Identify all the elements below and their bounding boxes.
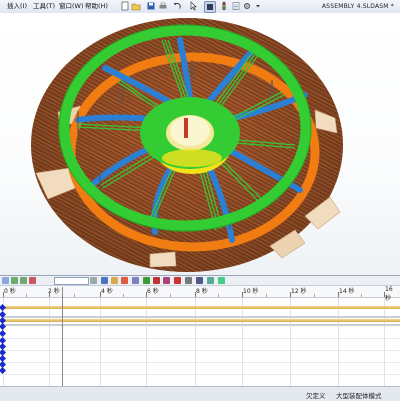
options-icon[interactable] bbox=[242, 1, 252, 11]
open-icon[interactable] bbox=[131, 1, 141, 11]
rebuild-icon[interactable] bbox=[204, 1, 216, 13]
menu-insert[interactable]: 插入(I) bbox=[7, 1, 27, 12]
new-document-icon[interactable] bbox=[120, 1, 130, 11]
play-from-start-icon[interactable] bbox=[11, 277, 18, 284]
gravity-icon[interactable] bbox=[196, 277, 203, 284]
undo-icon[interactable] bbox=[172, 1, 182, 11]
graphics-area[interactable] bbox=[0, 13, 400, 275]
properties-icon[interactable] bbox=[218, 277, 225, 284]
ruler-label-12: 12 秒 bbox=[291, 288, 307, 295]
add-key-icon[interactable] bbox=[132, 277, 139, 284]
stop-icon[interactable] bbox=[29, 277, 36, 284]
ruler-label-0: 0 秒 bbox=[4, 288, 16, 295]
wheel-assembly-model[interactable] bbox=[0, 13, 400, 275]
status-underdefined: 欠定义 bbox=[306, 392, 326, 400]
ruler-label-4: 4 秒 bbox=[101, 288, 113, 295]
timeline-bar[interactable] bbox=[4, 316, 400, 318]
timeline-playhead[interactable] bbox=[62, 287, 63, 387]
menu-help[interactable]: 帮助(H) bbox=[85, 1, 108, 12]
contact-icon[interactable] bbox=[185, 277, 192, 284]
timeline-bar[interactable] bbox=[4, 306, 400, 309]
menu-bar: ) 插入(I) 工具(T) 窗口(W) 帮助(H) ASSEMBLY 4.SLD… bbox=[0, 0, 400, 14]
save-animation-icon[interactable] bbox=[101, 277, 108, 284]
playback-speed-icon[interactable] bbox=[90, 277, 97, 284]
motor-icon[interactable] bbox=[143, 277, 150, 284]
calculate-icon[interactable] bbox=[2, 277, 9, 284]
keyframe-marker[interactable] bbox=[0, 329, 7, 338]
damper-icon[interactable] bbox=[163, 277, 170, 284]
animation-wizard-icon[interactable] bbox=[111, 277, 118, 284]
timeline-bar[interactable] bbox=[4, 324, 400, 326]
document-title: ASSEMBLY 4.SLDASM * bbox=[321, 3, 394, 10]
play-icon[interactable] bbox=[20, 277, 27, 284]
status-large-assembly-mode: 大型装配体模式 bbox=[336, 392, 382, 400]
force-icon[interactable] bbox=[174, 277, 181, 284]
status-bar: 欠定义 大型装配体模式 bbox=[0, 386, 400, 401]
select-icon[interactable] bbox=[188, 1, 198, 11]
keyframe-marker[interactable] bbox=[0, 366, 7, 375]
motion-study-toolbar bbox=[0, 276, 400, 286]
time-ruler[interactable]: 0 秒 2 秒 4 秒 6 秒 8 秒 10 秒 12 秒 14 秒 16 秒 bbox=[0, 286, 400, 302]
traffic-light-icon[interactable] bbox=[219, 1, 229, 11]
ruler-label-8: 8 秒 bbox=[196, 288, 208, 295]
autokey-icon[interactable] bbox=[121, 277, 128, 284]
options-dropdown-icon[interactable] bbox=[253, 1, 260, 11]
timeline-bar[interactable] bbox=[4, 319, 400, 322]
menu-window[interactable]: 窗口(W) bbox=[59, 1, 84, 12]
timeline-tracks[interactable] bbox=[0, 298, 400, 387]
ruler-label-6: 6 秒 bbox=[147, 288, 159, 295]
playback-speed-field[interactable] bbox=[54, 277, 89, 285]
spring-icon[interactable] bbox=[153, 277, 160, 284]
menu-tools[interactable]: 工具(T) bbox=[33, 1, 55, 12]
file-properties-icon[interactable] bbox=[231, 1, 241, 11]
save-icon[interactable] bbox=[146, 1, 156, 11]
motion-study-panel: 0 秒 2 秒 4 秒 6 秒 8 秒 10 秒 12 秒 14 秒 16 秒 bbox=[0, 275, 400, 387]
print-icon[interactable] bbox=[158, 1, 168, 11]
results-icon[interactable] bbox=[207, 277, 214, 284]
ruler-label-14: 14 秒 bbox=[339, 288, 355, 295]
ruler-label-10: 10 秒 bbox=[243, 288, 259, 295]
